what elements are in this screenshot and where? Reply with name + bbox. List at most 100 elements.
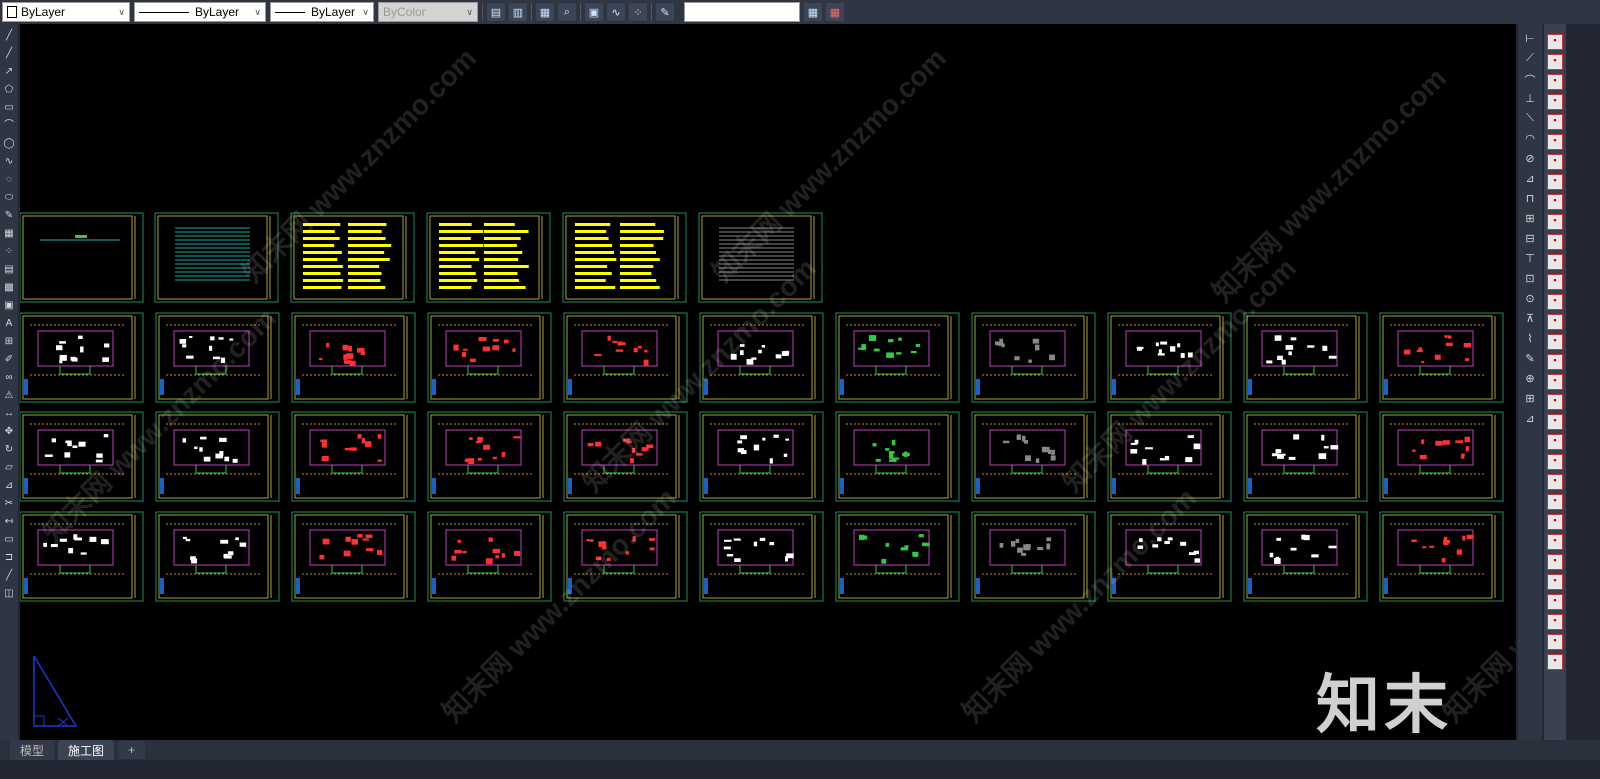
grid-icon[interactable]: ▦ — [804, 3, 822, 21]
draw-tool-icon[interactable]: ▭ — [2, 100, 16, 115]
draw-tool-icon[interactable]: ◌ — [2, 172, 16, 187]
draw-tool-icon[interactable]: ∞ — [2, 370, 16, 385]
custom-tool-icon[interactable]: ▪ — [1547, 474, 1563, 490]
drawing-canvas[interactable]: 知末网 www.znzmo.com 知末网 www.znzmo.com 知末网 ww… — [20, 24, 1516, 740]
draw-tool-icon[interactable]: ╱ — [2, 28, 16, 43]
dimension-tool-icon[interactable]: ⊓ — [1522, 192, 1538, 208]
dimension-tool-icon[interactable]: ⊟ — [1522, 232, 1538, 248]
zoom-preview-icon[interactable]: ⌕ — [558, 3, 576, 21]
draw-tool-icon[interactable]: ✥ — [2, 424, 16, 439]
draw-tool-icon[interactable]: ⬭ — [2, 190, 16, 205]
draw-tool-icon[interactable]: ⊞ — [2, 334, 16, 349]
draw-tool-icon[interactable]: ⌒ — [2, 118, 16, 133]
points-icon[interactable]: ⁘ — [629, 3, 647, 21]
dimension-tool-icon[interactable]: ⊤ — [1522, 252, 1538, 268]
custom-tool-icon[interactable]: ▪ — [1547, 94, 1563, 110]
custom-tool-icon[interactable]: ▪ — [1547, 214, 1563, 230]
draw-tool-icon[interactable]: ↔ — [2, 406, 16, 421]
path-icon[interactable]: ∿ — [607, 3, 625, 21]
custom-tool-icon[interactable]: ▪ — [1547, 194, 1563, 210]
dimension-tool-icon[interactable]: ⊘ — [1522, 152, 1538, 168]
dimension-tool-icon[interactable]: ⊙ — [1522, 292, 1538, 308]
draw-tool-icon[interactable]: ◯ — [2, 136, 16, 151]
custom-tool-icon[interactable]: ▪ — [1547, 334, 1563, 350]
match-properties-icon[interactable]: ✎ — [656, 3, 674, 21]
custom-tool-icon[interactable]: ▪ — [1547, 174, 1563, 190]
draw-tool-icon[interactable]: ✂ — [2, 496, 16, 511]
color-dropdown[interactable]: ByLayer ∨ — [2, 2, 130, 22]
tab-model[interactable]: 模型 — [10, 739, 55, 761]
draw-tool-icon[interactable]: ╱ — [2, 46, 16, 61]
custom-tool-icon[interactable]: ▪ — [1547, 454, 1563, 470]
custom-tool-icon[interactable]: ▪ — [1547, 114, 1563, 130]
dimension-tool-icon[interactable]: ⊼ — [1522, 312, 1538, 328]
sheet-frame[interactable] — [154, 212, 279, 303]
custom-tool-icon[interactable]: ▪ — [1547, 554, 1563, 570]
custom-tool-icon[interactable]: ▪ — [1547, 414, 1563, 430]
draw-tool-icon[interactable]: ⬠ — [2, 82, 16, 97]
custom-tool-icon[interactable]: ▪ — [1547, 54, 1563, 70]
dimension-tool-icon[interactable]: ⊕ — [1522, 372, 1538, 388]
dimension-tool-icon[interactable]: ⌇ — [1522, 332, 1538, 348]
draw-tool-icon[interactable]: ▱ — [2, 460, 16, 475]
draw-tool-icon[interactable]: A — [2, 316, 16, 331]
custom-tool-icon[interactable]: ▪ — [1547, 234, 1563, 250]
custom-tool-icon[interactable]: ▪ — [1547, 254, 1563, 270]
dimension-tool-icon[interactable]: ⊞ — [1522, 212, 1538, 228]
custom-tool-icon[interactable]: ▪ — [1547, 374, 1563, 390]
dimension-tool-icon[interactable]: ⊿ — [1522, 412, 1538, 428]
custom-tool-icon[interactable]: ▪ — [1547, 314, 1563, 330]
dimension-tool-icon[interactable]: ⊡ — [1522, 272, 1538, 288]
custom-tool-icon[interactable]: ▪ — [1547, 74, 1563, 90]
dimension-tool-icon[interactable]: ⊢ — [1522, 32, 1538, 48]
draw-tool-icon[interactable]: ⁘ — [2, 244, 16, 259]
custom-tool-icon[interactable]: ▪ — [1547, 354, 1563, 370]
lineweight-dropdown[interactable]: ByLayer ∨ — [270, 2, 374, 22]
custom-tool-icon[interactable]: ▪ — [1547, 394, 1563, 410]
custom-tool-icon[interactable]: ▪ — [1547, 134, 1563, 150]
dimension-tool-icon[interactable]: ⊥ — [1522, 92, 1538, 108]
draw-tool-icon[interactable]: ↻ — [2, 442, 16, 457]
draw-tool-icon[interactable]: ↗ — [2, 64, 16, 79]
dimension-tool-icon[interactable]: ⊿ — [1522, 172, 1538, 188]
draw-tool-icon[interactable]: ▭ — [2, 532, 16, 547]
dimension-tool-icon[interactable]: ⟍ — [1522, 112, 1538, 128]
draw-tool-icon[interactable]: ✎ — [2, 208, 16, 223]
tab-construction-drawing[interactable]: 施工图 — [58, 739, 115, 761]
custom-tool-icon[interactable]: ▪ — [1547, 534, 1563, 550]
linetype-dropdown[interactable]: ByLayer ∨ — [134, 2, 266, 22]
properties-icon[interactable]: ▦ — [536, 3, 554, 21]
custom-tool-icon[interactable]: ▪ — [1547, 654, 1563, 670]
custom-tool-icon[interactable]: ▪ — [1547, 594, 1563, 610]
custom-tool-icon[interactable]: ▪ — [1547, 294, 1563, 310]
draw-tool-icon[interactable]: ∿ — [2, 154, 16, 169]
plot-icon[interactable]: ▤ — [487, 3, 505, 21]
search-input[interactable] — [684, 2, 800, 22]
delete-grid-icon[interactable]: ▦ — [826, 3, 844, 21]
dimension-tool-icon[interactable]: ⟋ — [1522, 52, 1538, 68]
dimension-tool-icon[interactable]: ◠ — [1522, 132, 1538, 148]
custom-tool-icon[interactable]: ▪ — [1547, 34, 1563, 50]
draw-tool-icon[interactable]: ▣ — [2, 298, 16, 313]
draw-tool-icon[interactable]: ✐ — [2, 352, 16, 367]
draw-tool-icon[interactable]: ⊿ — [2, 478, 16, 493]
custom-tool-icon[interactable]: ▪ — [1547, 574, 1563, 590]
dimension-tool-icon[interactable]: ⌒ — [1522, 72, 1538, 88]
draw-tool-icon[interactable]: ↤ — [2, 514, 16, 529]
sheet-frame[interactable] — [20, 212, 144, 303]
publish-icon[interactable]: ▥ — [509, 3, 527, 21]
custom-tool-icon[interactable]: ▪ — [1547, 154, 1563, 170]
draw-tool-icon[interactable]: ╱ — [2, 568, 16, 583]
group-icon[interactable]: ▣ — [585, 3, 603, 21]
custom-tool-icon[interactable]: ▪ — [1547, 494, 1563, 510]
draw-tool-icon[interactable]: ◫ — [2, 586, 16, 601]
draw-tool-icon[interactable]: ⚠ — [2, 388, 16, 403]
custom-tool-icon[interactable]: ▪ — [1547, 634, 1563, 650]
sheet-frame[interactable] — [698, 212, 823, 303]
draw-tool-icon[interactable]: ▦ — [2, 226, 16, 241]
draw-tool-icon[interactable]: ▩ — [2, 280, 16, 295]
dimension-tool-icon[interactable]: ✎ — [1522, 352, 1538, 368]
draw-tool-icon[interactable]: ▤ — [2, 262, 16, 277]
draw-tool-icon[interactable]: ⊐ — [2, 550, 16, 565]
custom-tool-icon[interactable]: ▪ — [1547, 614, 1563, 630]
